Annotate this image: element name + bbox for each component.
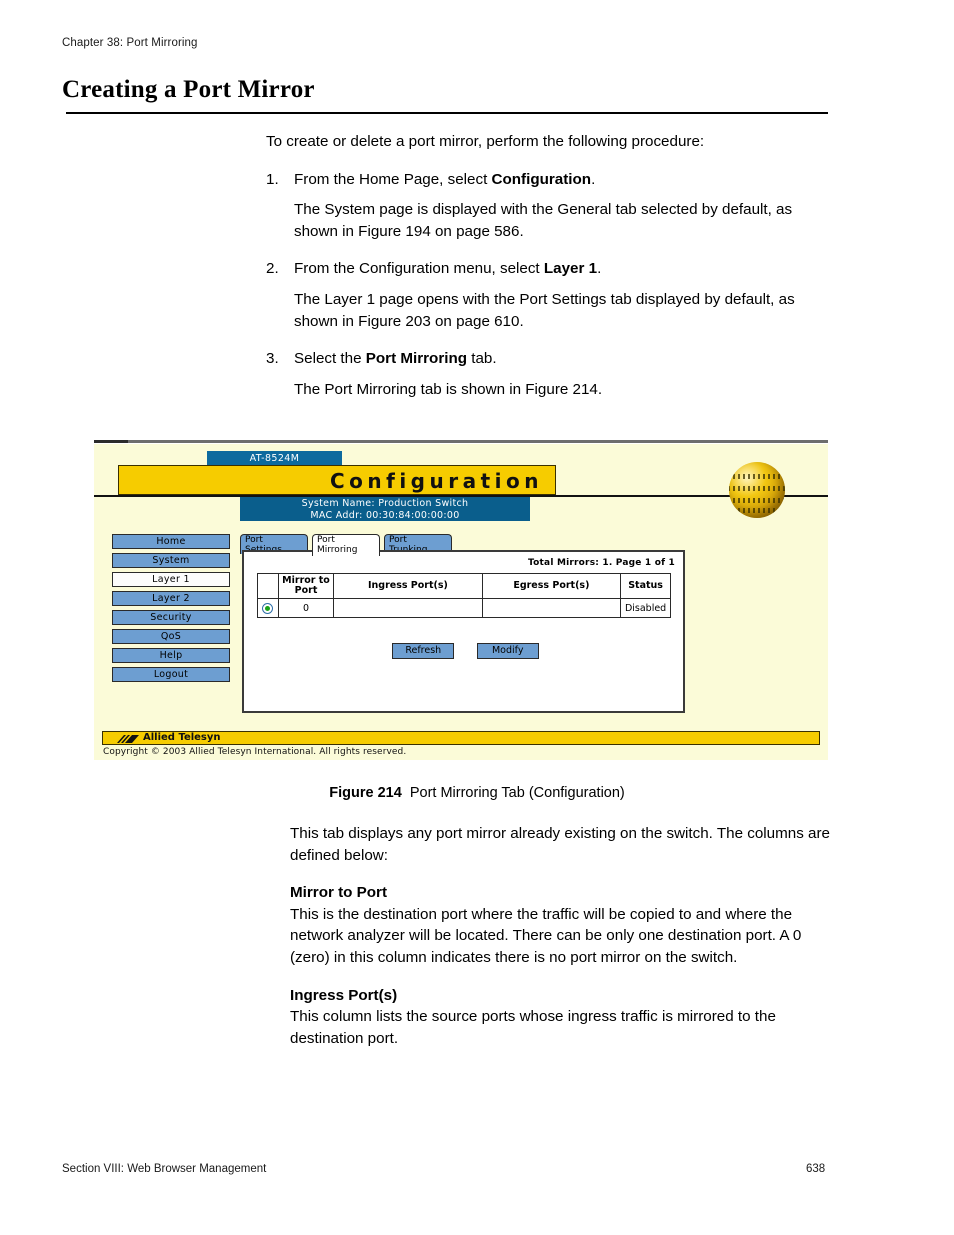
tab-port-mirroring-line2: Mirroring [317,544,358,555]
sidebar-nav: Home System Layer 1 Layer 2 Security QoS… [112,534,230,686]
column-header-egress-ports: Egress Port(s) [481,573,622,599]
column-header-ingress-ports: Ingress Port(s) [333,573,483,599]
running-head: Chapter 38: Port Mirroring [62,37,198,49]
globe-icon [729,462,785,518]
figure-caption-label: Figure 214 [329,785,402,801]
copyright-text: Copyright © 2003 Allied Telesyn Internat… [103,747,407,757]
section-ingress-ports: Ingress Port(s) This column lists the so… [290,985,830,1050]
modify-button[interactable]: Modify [476,643,539,659]
sidebar-item-help[interactable]: Help [112,648,230,663]
figure-screenshot: AT-8524M Configuration System Name: Prod… [94,440,828,760]
total-mirrors-label: Total Mirrors: 1. Page 1 of 1 [528,558,675,568]
step-1-text-after: . [591,170,596,188]
sidebar-item-security[interactable]: Security [112,610,230,625]
brand-name: Allied Telesyn [143,732,221,743]
configuration-banner-title: Configuration [329,469,543,493]
mac-address: MAC Addr: 00:30:84:00:00:00 [310,509,460,521]
allied-telesyn-logo-icon [117,735,139,743]
table-row: 0 Disabled [257,598,671,618]
column-header-select [257,573,279,599]
step-1-number: 1. [266,170,279,188]
step-2-text-after: . [597,260,602,278]
step-2: 2. From the Configuration menu, select L… [266,258,828,280]
figure-caption-text: Port Mirroring Tab (Configuration) [409,785,625,801]
step-1-text-before: From the Home Page, select [294,170,492,188]
footer-section-label: Section VIII: Web Browser Management [62,1163,267,1175]
step-3-result: The Port Mirroring tab is shown in Figur… [294,380,603,398]
title-rule [66,112,828,114]
row-radio-button[interactable] [262,602,274,614]
step-1: 1. From the Home Page, select Configurat… [266,169,828,191]
system-info-bar: System Name: Production Switch MAC Addr:… [240,497,530,521]
table-header-row: Mirror to Port Ingress Port(s) Egress Po… [257,573,671,599]
device-model-tab: AT-8524M [207,451,342,466]
step-1-result: The System page is displayed with the Ge… [294,201,793,240]
step-3-text-before: Select the [294,350,366,368]
configuration-banner: Configuration [118,465,556,495]
switch-web-ui: AT-8524M Configuration System Name: Prod… [94,444,828,760]
step-3-number: 3. [266,350,279,368]
panel-button-row: Refresh Modify [244,640,687,659]
step-3-bold: Port Mirroring [365,350,468,368]
cell-ingress-ports [333,598,483,618]
system-name: System Name: Production Switch [301,498,469,509]
column-definitions: This tab displays any port mirror alread… [290,823,830,1065]
content-panel: Total Mirrors: 1. Page 1 of 1 Mirror to … [242,550,685,713]
description-mirror-to-port: This is the destination port where the t… [290,905,802,966]
page-title: Creating a Port Mirror [62,76,315,103]
sidebar-item-home[interactable]: Home [112,534,230,549]
section-mirror-to-port: Mirror to Port This is the destination p… [290,882,830,968]
figure-top-rule [94,440,828,443]
subheading-ingress-ports: Ingress Port(s) [290,986,398,1004]
cell-status: Disabled [620,598,671,618]
description-ingress-ports: This column lists the source ports whose… [290,1008,776,1047]
tab-port-mirroring[interactable]: Port Mirroring [312,534,380,556]
port-mirror-table: Mirror to Port Ingress Port(s) Egress Po… [257,573,671,618]
row-select-cell[interactable] [257,598,279,618]
figure-caption: Figure 214 Port Mirroring Tab (Configura… [0,785,954,801]
cell-egress-ports [481,598,622,618]
step-2-bold: Layer 1 [543,260,598,278]
sidebar-item-layer-2[interactable]: Layer 2 [112,591,230,606]
step-3-text-after: tab. [467,350,497,368]
step-2-text-before: From the Configuration menu, select [294,260,544,278]
cell-mirror-to-port: 0 [277,598,335,618]
columns-intro: This tab displays any port mirror alread… [290,825,830,864]
subheading-mirror-to-port: Mirror to Port [290,884,388,902]
column-header-status: Status [620,573,671,599]
footer-page-number: 638 [806,1163,826,1175]
step-3: 3. Select the Port Mirroring tab. [266,348,828,370]
step-2-number: 2. [266,260,279,278]
step-2-result: The Layer 1 page opens with the Port Set… [294,290,795,330]
procedure-body: To create or delete a port mirror, perfo… [266,131,828,416]
ui-footer-bar: Allied Telesyn [102,731,820,745]
sidebar-item-layer-1[interactable]: Layer 1 [112,572,230,587]
step-1-bold: Configuration [491,170,592,188]
sidebar-item-logout[interactable]: Logout [112,667,230,682]
sidebar-item-system[interactable]: System [112,553,230,568]
sidebar-item-qos[interactable]: QoS [112,629,230,644]
column-header-mirror-to-port: Mirror to Port [277,573,335,599]
refresh-button[interactable]: Refresh [392,643,455,659]
intro-paragraph: To create or delete a port mirror, perfo… [266,133,705,150]
